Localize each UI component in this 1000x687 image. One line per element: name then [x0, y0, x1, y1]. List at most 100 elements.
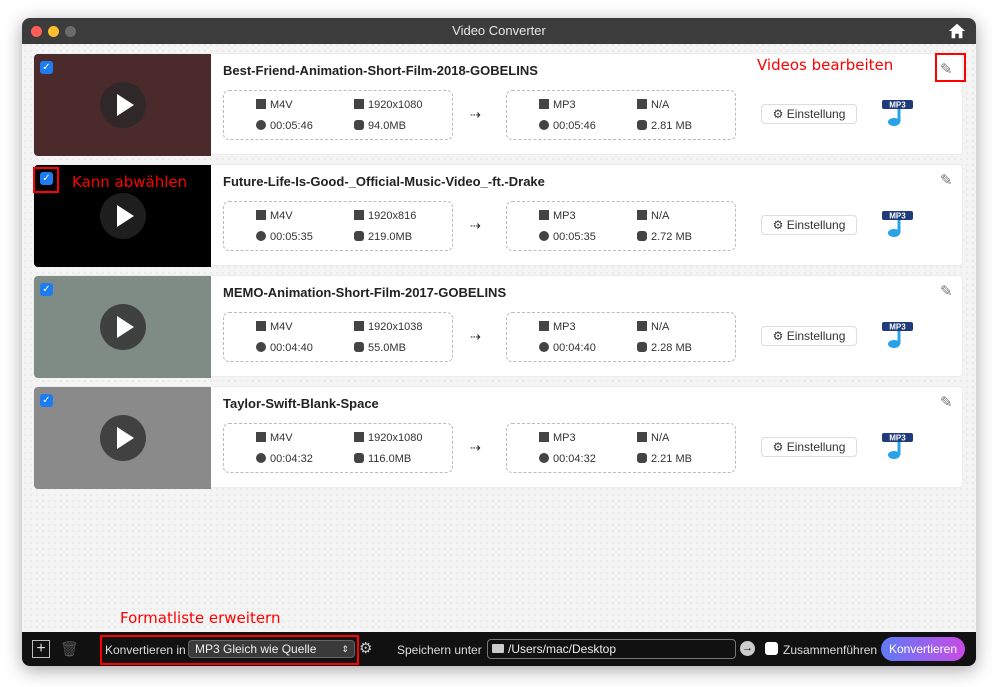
dst-resolution: N/A: [637, 321, 669, 333]
folder-icon: [492, 644, 504, 653]
clock-icon: [539, 231, 549, 241]
src-duration: 00:04:40: [256, 342, 313, 354]
gear-icon[interactable]: ⚙: [359, 639, 372, 657]
open-folder-arrow-icon[interactable]: →: [740, 641, 755, 656]
home-icon[interactable]: [948, 22, 966, 40]
annotation-edit-box: [935, 53, 966, 82]
trash-icon[interactable]: 🗑: [60, 640, 79, 658]
monitor-icon: [354, 432, 364, 442]
minimize-button[interactable]: [48, 26, 59, 37]
dst-info-box: MP3 N/A 00:05:35 2.72 MB: [506, 201, 736, 251]
window-title: Video Converter: [452, 23, 546, 38]
convert-arrow-icon: ⇢: [470, 107, 481, 122]
edit-pencil-icon[interactable]: ✎: [940, 282, 953, 300]
svg-text:MP3: MP3: [889, 212, 906, 221]
video-title: Taylor-Swift-Blank-Space: [223, 396, 379, 411]
video-title: Best-Friend-Animation-Short-Film-2018-GO…: [223, 63, 538, 78]
database-icon: [354, 231, 364, 241]
src-format: M4V: [256, 432, 293, 444]
database-icon: [354, 120, 364, 130]
database-icon: [637, 342, 647, 352]
clock-icon: [256, 342, 266, 352]
gear-icon: ⚙: [772, 329, 787, 343]
src-size: 94.0MB: [354, 120, 406, 132]
src-format: M4V: [256, 210, 293, 222]
mp3-format-icon[interactable]: MP3: [881, 98, 915, 128]
clock-icon: [539, 120, 549, 130]
save-to-label: Speichern unter: [397, 643, 482, 657]
src-info-box: M4V 1920x816 00:05:35 219.0MB: [223, 201, 453, 251]
svg-text:MP3: MP3: [889, 101, 906, 110]
settings-button[interactable]: ⚙ Einstellung: [761, 104, 857, 124]
monitor-icon: [637, 321, 647, 331]
settings-button[interactable]: ⚙ Einstellung: [761, 326, 857, 346]
edit-pencil-icon[interactable]: ✎: [940, 393, 953, 411]
src-format: M4V: [256, 99, 293, 111]
merge-checkbox[interactable]: [765, 642, 778, 655]
film-icon: [539, 321, 549, 331]
output-path-field[interactable]: /Users/mac/Desktop: [487, 639, 736, 659]
dst-size: 2.21 MB: [637, 453, 692, 465]
annotation-uncheck-box: [33, 167, 59, 193]
convert-button[interactable]: Konvertieren: [881, 637, 965, 661]
dst-resolution: N/A: [637, 99, 669, 111]
video-thumbnail[interactable]: ✓: [34, 387, 211, 489]
src-resolution: 1920x816: [354, 210, 416, 222]
add-file-button[interactable]: +: [32, 640, 50, 658]
src-size: 116.0MB: [354, 453, 411, 465]
play-icon[interactable]: [100, 304, 146, 350]
monitor-icon: [354, 321, 364, 331]
database-icon: [354, 342, 364, 352]
clock-icon: [256, 231, 266, 241]
src-info-box: M4V 1920x1080 00:04:32 116.0MB: [223, 423, 453, 473]
gear-icon: ⚙: [772, 107, 787, 121]
dst-duration: 00:05:35: [539, 231, 596, 243]
video-item: ✓ MEMO-Animation-Short-Film-2017-GOBELIN…: [33, 275, 963, 378]
dst-duration: 00:05:46: [539, 120, 596, 132]
svg-text:MP3: MP3: [889, 323, 906, 332]
monitor-icon: [637, 210, 647, 220]
settings-button[interactable]: ⚙ Einstellung: [761, 215, 857, 235]
dst-size: 2.81 MB: [637, 120, 692, 132]
mp3-format-icon[interactable]: MP3: [881, 209, 915, 239]
merge-label: Zusammenführen: [783, 643, 878, 657]
src-info-box: M4V 1920x1038 00:04:40 55.0MB: [223, 312, 453, 362]
film-icon: [539, 99, 549, 109]
edit-pencil-icon[interactable]: ✎: [940, 171, 953, 189]
clock-icon: [256, 120, 266, 130]
select-checkbox[interactable]: ✓: [40, 61, 53, 74]
select-checkbox[interactable]: ✓: [40, 283, 53, 296]
select-checkbox[interactable]: ✓: [40, 394, 53, 407]
title-bar: Video Converter: [22, 18, 976, 44]
play-icon[interactable]: [100, 193, 146, 239]
video-item: ✓ Taylor-Swift-Blank-Space M4V 1920x1080…: [33, 386, 963, 489]
settings-button[interactable]: ⚙ Einstellung: [761, 437, 857, 457]
close-button[interactable]: [31, 26, 42, 37]
play-icon[interactable]: [100, 415, 146, 461]
mp3-format-icon[interactable]: MP3: [881, 431, 915, 461]
monitor-icon: [354, 210, 364, 220]
dst-info-box: MP3 N/A 00:04:32 2.21 MB: [506, 423, 736, 473]
play-icon[interactable]: [100, 82, 146, 128]
video-thumbnail[interactable]: ✓: [34, 276, 211, 378]
video-thumbnail[interactable]: ✓: [34, 54, 211, 156]
dst-format: MP3: [539, 432, 576, 444]
monitor-icon: [637, 99, 647, 109]
src-resolution: 1920x1080: [354, 432, 422, 444]
annotation-formats-box: [100, 635, 359, 665]
mp3-format-icon[interactable]: MP3: [881, 320, 915, 350]
monitor-icon: [637, 432, 647, 442]
app-window: Video Converter ✓ Best-Friend-Animation-…: [22, 18, 976, 666]
src-size: 55.0MB: [354, 342, 406, 354]
database-icon: [354, 453, 364, 463]
dst-info-box: MP3 N/A 00:05:46 2.81 MB: [506, 90, 736, 140]
src-resolution: 1920x1038: [354, 321, 422, 333]
monitor-icon: [354, 99, 364, 109]
dst-format: MP3: [539, 210, 576, 222]
src-duration: 00:05:35: [256, 231, 313, 243]
clock-icon: [539, 342, 549, 352]
film-icon: [256, 432, 266, 442]
zoom-button[interactable]: [65, 26, 76, 37]
dst-duration: 00:04:40: [539, 342, 596, 354]
dst-format: MP3: [539, 99, 576, 111]
